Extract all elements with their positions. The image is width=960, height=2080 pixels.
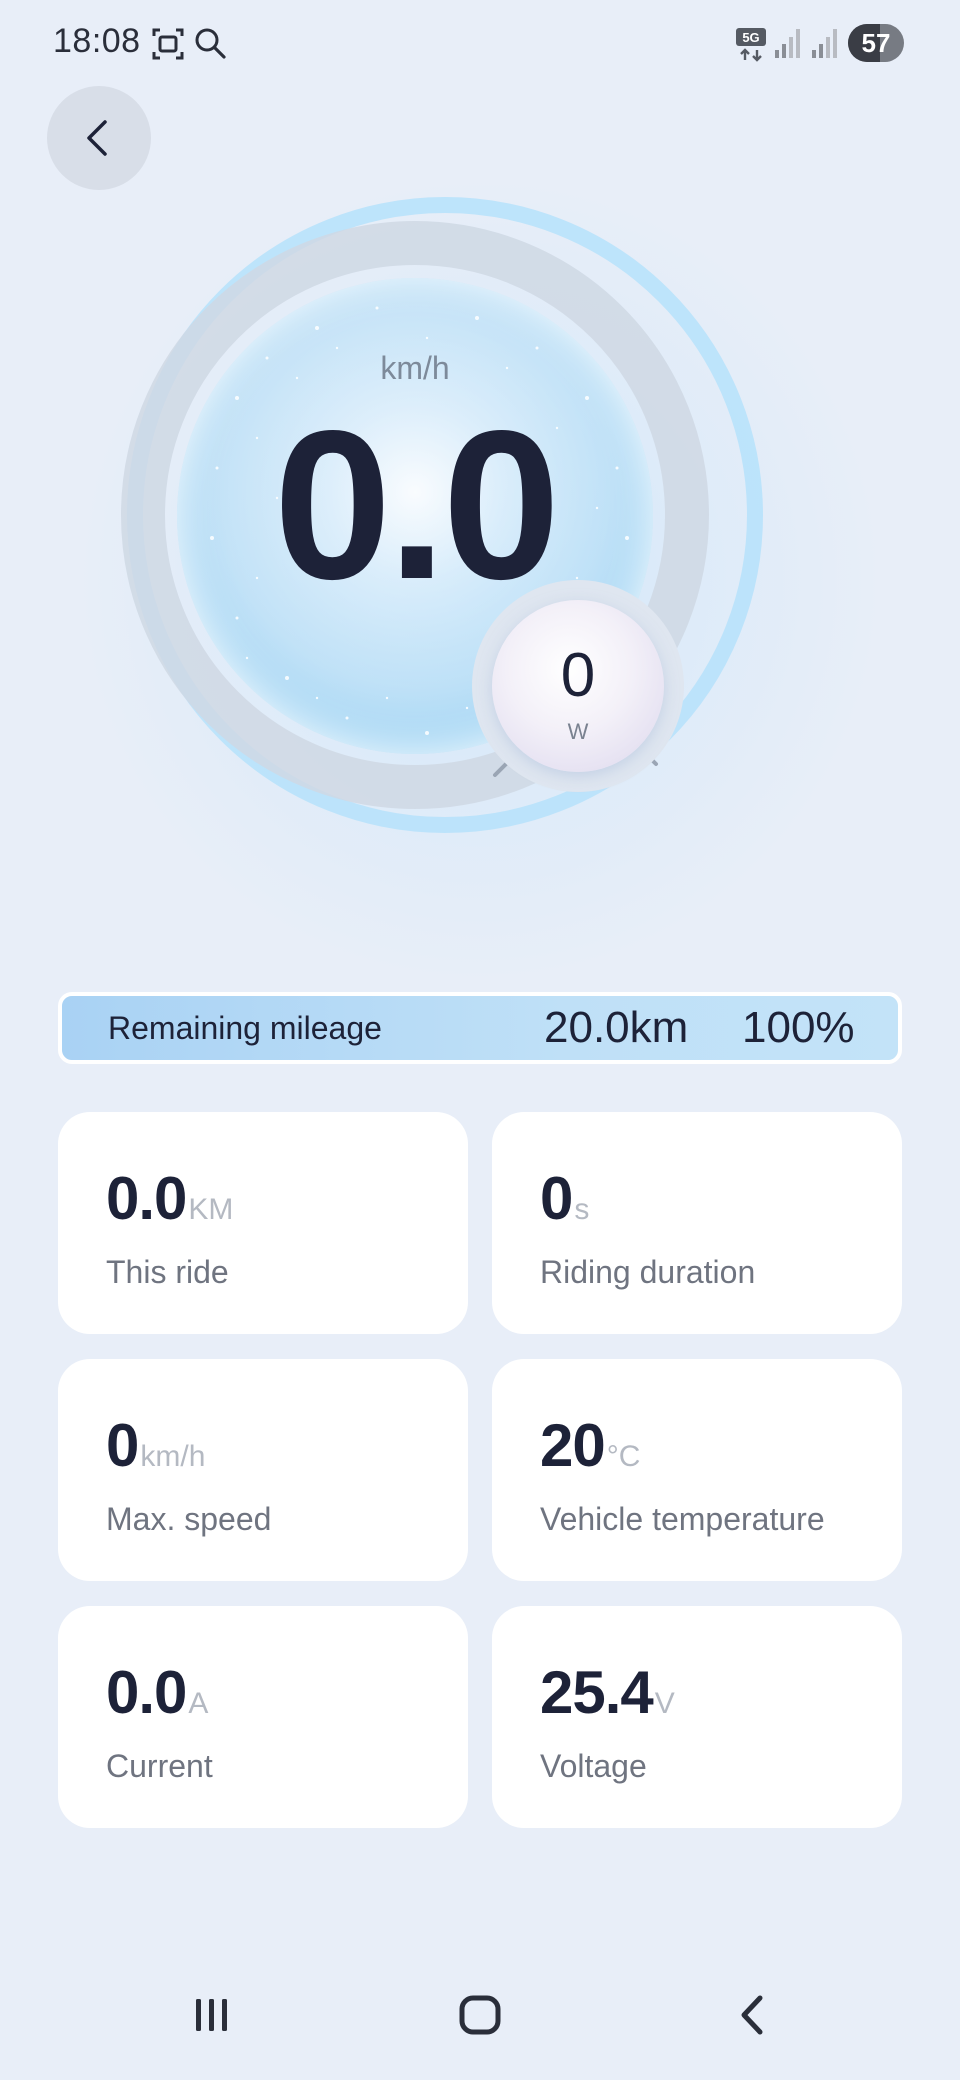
power-unit: W (567, 719, 589, 744)
stat-card-vehicle-temperature: 20°C Vehicle temperature (492, 1359, 902, 1581)
stat-value: 0.0 (106, 1659, 187, 1726)
stat-value: 20 (540, 1412, 606, 1479)
search-icon (195, 28, 226, 59)
stat-value-row: 20°C (540, 1411, 640, 1480)
remaining-mileage-distance: 20.0km (544, 1003, 689, 1052)
stat-label: Riding duration (540, 1254, 756, 1290)
remaining-mileage-percent: 100% (742, 1003, 855, 1052)
stat-card-riding-duration: 0s Riding duration (492, 1112, 902, 1334)
stat-label: Voltage (540, 1748, 647, 1784)
stat-unit: A (188, 1687, 209, 1720)
recent-apps-icon[interactable] (192, 1995, 232, 2035)
chevron-left-icon (87, 120, 107, 156)
stat-unit: V (654, 1687, 675, 1720)
stat-label: This ride (106, 1254, 229, 1290)
signal-icon (812, 29, 837, 58)
5g-data-icon: 5G (736, 28, 766, 62)
stat-value: 25.4 (540, 1659, 654, 1726)
speed-unit: km/h (380, 350, 450, 386)
stat-unit: km/h (140, 1440, 206, 1473)
stat-value: 0.0 (106, 1165, 187, 1232)
stat-card-this-ride: 0.0KM This ride (58, 1112, 468, 1334)
stat-value-row: 0.0KM (106, 1164, 233, 1233)
status-bar: 18:08 5G 57 (0, 0, 960, 90)
stat-value-row: 0.0A (106, 1658, 208, 1727)
stat-label: Max. speed (106, 1501, 272, 1537)
stat-value-row: 0s (540, 1164, 589, 1233)
stat-value: 0 (540, 1165, 573, 1232)
stat-value: 0 (106, 1412, 139, 1479)
battery-level: 57 (861, 28, 891, 58)
remaining-mileage-bar: Remaining mileage 20.0km 100% (58, 992, 902, 1064)
stat-unit: KM (188, 1193, 234, 1226)
stat-value-row: 25.4V (540, 1658, 675, 1727)
stat-label: Vehicle temperature (540, 1501, 825, 1537)
back-icon[interactable] (732, 1995, 772, 2035)
stat-card-max-speed: 0km/h Max. speed (58, 1359, 468, 1581)
network-label: 5G (742, 30, 759, 45)
stat-card-current: 0.0A Current (58, 1606, 468, 1828)
screenshot-icon (152, 28, 184, 60)
stat-value-row: 0km/h (106, 1411, 205, 1480)
remaining-mileage-label: Remaining mileage (108, 1010, 382, 1046)
status-time: 18:08 (53, 22, 141, 60)
battery-indicator: 57 (848, 24, 904, 62)
stat-card-voltage: 25.4V Voltage (492, 1606, 902, 1828)
home-icon[interactable] (458, 1995, 502, 2035)
stat-unit: °C (606, 1440, 641, 1473)
signal-icon (775, 29, 800, 58)
stat-label: Current (106, 1748, 213, 1784)
stat-unit: s (574, 1193, 590, 1226)
power-value: 0 (560, 641, 596, 710)
